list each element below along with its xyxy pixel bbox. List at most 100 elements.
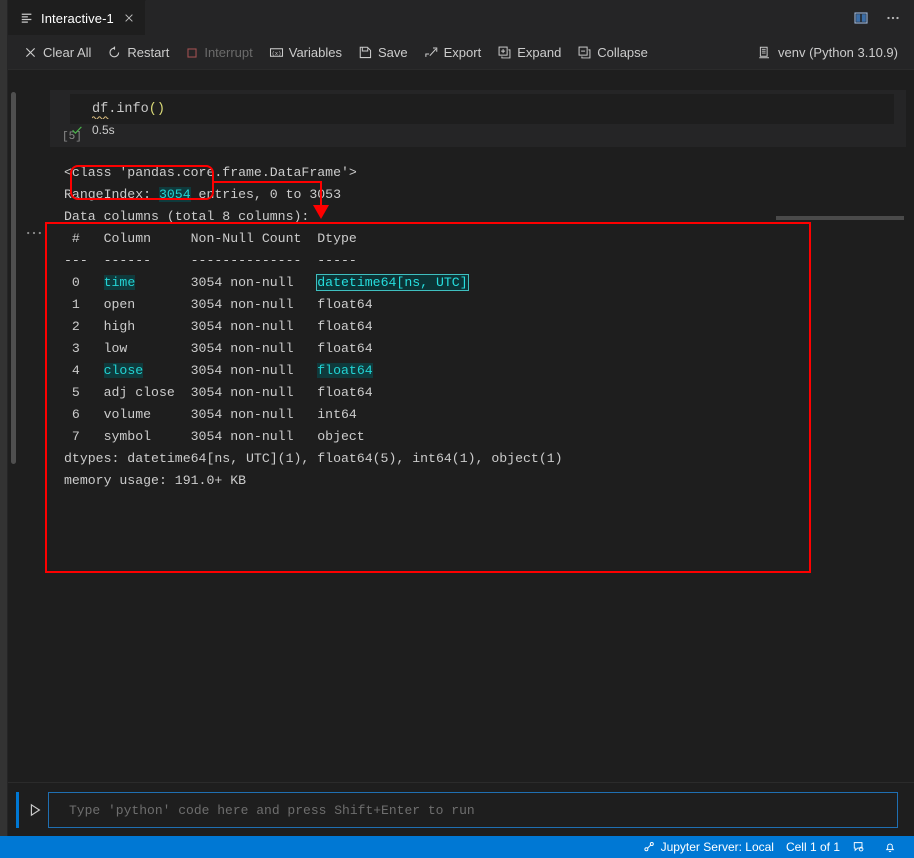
interrupt-button[interactable]: Interrupt [178,41,259,65]
run-cell-icon[interactable] [26,801,44,819]
output-line: 2 high 3054 non-null float64 [50,316,808,338]
output-line: <class 'pandas.core.frame.DataFrame'> [50,162,808,184]
output-ellipsis-icon[interactable] [26,230,44,236]
status-bar: Jupyter Server: Local Cell 1 of 1 [0,836,914,858]
save-button[interactable]: Save [351,41,415,65]
output-text: entries, 0 to 3053 [190,187,341,202]
bell-icon [883,840,897,854]
interactive-window-icon [20,11,34,25]
toolbar-left-group: Clear All Restart Interrupt (x) Variable… [8,41,657,65]
split-editor-icon[interactable] [848,5,874,31]
output-line: dtypes: datetime64[ns, UTC](1), float64(… [50,448,808,470]
collapse-button[interactable]: Collapse [570,41,655,65]
tab-label: Interactive-1 [41,10,114,26]
restart-icon [107,45,122,60]
tab-interactive-1[interactable]: Interactive-1 [8,0,146,35]
output-line: --- ------ -------------- ----- [50,250,808,272]
error-squiggle-icon [92,115,109,119]
find-match-highlight: float64 [317,363,373,378]
vscode-interactive-window: Interactive-1 Clear All Restart Interrup… [0,0,914,858]
export-label: Export [443,45,482,60]
find-match-highlight: 3054 [158,187,191,202]
code-input-box[interactable]: Type 'python' code here and press Shift+… [48,792,898,828]
output-line: 6 volume 3054 non-null int64 [50,404,808,426]
feedback-icon [852,840,866,854]
annotation-connector-vertical [320,181,322,207]
find-match-highlight: time [103,275,136,290]
status-cell-position-label: Cell 1 of 1 [785,840,840,854]
output-text: <class 'pandas.core.frame.DataFrame'> [64,165,357,180]
status-notifications[interactable] [877,836,908,858]
restart-button[interactable]: Restart [100,41,176,65]
notebook-scrollbar[interactable] [11,92,16,464]
output-text: RangeIndex: [64,187,159,202]
output-horizontal-scrollbar[interactable] [776,216,914,220]
output-text: 0 [64,275,104,290]
more-actions-icon[interactable] [880,5,906,31]
output-text: 4 [64,363,104,378]
status-feedback[interactable] [846,836,877,858]
variables-label: Variables [288,45,342,60]
kernel-label: venv (Python 3.10.9) [778,45,898,60]
output-line: Data columns (total 8 columns): [50,206,808,228]
interactive-toolbar: Clear All Restart Interrupt (x) Variable… [8,36,914,70]
output-text: 7 symbol 3054 non-null object [64,429,365,444]
code-token-parens: () [148,101,165,117]
status-cell-position[interactable]: Cell 1 of 1 [780,836,846,858]
output-text: 6 volume 3054 non-null int64 [64,407,357,422]
output-text: memory usage: 191.0+ KB [64,473,247,488]
cell-code-editor[interactable]: df .info() [70,94,894,124]
cell-duration-label: 0.5s [92,123,115,137]
restart-label: Restart [127,45,170,60]
output-line: 3 low 3054 non-null float64 [50,338,808,360]
variables-icon: (x) [269,45,284,60]
status-jupyter-server[interactable]: Jupyter Server: Local [636,836,780,858]
find-match-highlight: close [103,363,144,378]
output-text: 5 adj close 3054 non-null float64 [64,385,373,400]
output-line: 1 open 3054 non-null float64 [50,294,808,316]
output-line: 4 close 3054 non-null float64 [50,360,808,382]
interactive-notebook-body: df .info() [5] 0.5s <class 'pandas.core.… [8,70,914,782]
output-text: 2 high 3054 non-null float64 [64,319,373,334]
kernel-selector[interactable]: venv (Python 3.10.9) [751,41,904,65]
output-line: 7 symbol 3054 non-null object [50,426,808,448]
save-icon [358,45,373,60]
output-text: Data columns (total 8 columns): [64,209,310,224]
clear-all-label: Clear All [43,45,92,60]
output-line: 5 adj close 3054 non-null float64 [50,382,808,404]
clear-all-button[interactable]: Clear All [16,41,98,65]
cell-run-status: 0.5s [70,123,115,137]
output-line: RangeIndex: 3054 entries, 0 to 3053 [50,184,808,206]
annotation-connector-horizontal [212,181,322,183]
expand-label: Expand [517,45,562,60]
output-line: # Column Non-Null Count Dtype [50,228,808,250]
cell-output: <class 'pandas.core.frame.DataFrame'> Ran… [50,154,808,502]
clear-all-icon [23,45,38,60]
kernel-icon [757,45,772,60]
output-text: 3054 non-null [143,363,318,378]
notebook-cell[interactable]: df .info() [5] 0.5s [50,90,906,147]
output-line: memory usage: 191.0+ KB [50,470,808,492]
output-text: # Column Non-Null Count Dtype [64,231,357,246]
svg-text:(x): (x) [272,51,281,57]
expand-icon [497,45,512,60]
interactive-input-dock: Type 'python' code here and press Shift+… [8,782,914,838]
variables-button[interactable]: (x) Variables [262,41,349,65]
close-icon[interactable] [123,12,135,24]
output-line: 0 time 3054 non-null datetime64[ns, UTC] [50,272,808,294]
status-jupyter-server-label: Jupyter Server: Local [660,840,774,854]
code-token-method: info [116,101,149,117]
tab-bar: Interactive-1 [8,0,914,37]
annotation-arrowhead-icon [313,205,329,219]
export-button[interactable]: Export [417,41,489,65]
interrupt-icon [185,46,199,60]
output-text: 3 low 3054 non-null float64 [64,341,373,356]
activity-bar-strip [0,0,7,837]
expand-button[interactable]: Expand [490,41,568,65]
output-text: dtypes: datetime64[ns, UTC](1), float64(… [64,451,563,466]
output-text: 3054 non-null [135,275,318,290]
current-find-match-highlight: datetime64[ns, UTC] [316,274,469,291]
collapse-icon [577,45,592,60]
tab-bar-actions [848,0,906,35]
interrupt-label: Interrupt [204,45,253,60]
